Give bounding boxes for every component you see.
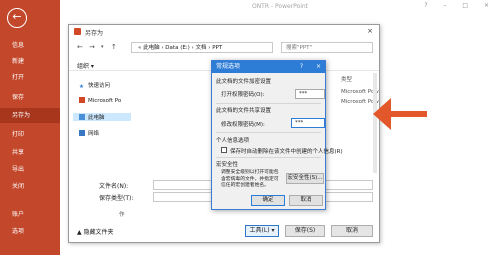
computer-icon — [79, 114, 85, 120]
sidebar-item-new[interactable]: 新建 — [0, 54, 60, 69]
save-as-titlebar: 另存为 × — [69, 25, 379, 39]
encrypt-section-heading: 此文档的文件加密设置 — [216, 79, 272, 85]
nav-item-label: 此电脑 — [88, 115, 105, 121]
divider — [216, 132, 321, 133]
network-icon — [79, 130, 85, 136]
window-controls[interactable]: ? – □ × — [424, 2, 496, 9]
sidebar-item-share[interactable]: 共享 — [0, 145, 60, 160]
author-label: 作 — [119, 212, 125, 218]
privacy-section-heading: 个人信息选项 — [216, 138, 250, 144]
tools-button[interactable]: 工具(L) ▾ — [245, 225, 279, 237]
save-button[interactable]: 保存(S) — [285, 225, 325, 237]
cancel-button[interactable]: 取消 — [289, 195, 323, 206]
backstage-sidebar: ← 信息 新建 打开 保存 另存为 打印 共享 导出 关闭 账户 选项 — [0, 0, 60, 255]
pointer-arrow-shape — [373, 98, 427, 130]
filetype-label: 保存类型(T): — [99, 195, 134, 202]
history-dropdown-icon[interactable]: ▾ — [101, 44, 104, 50]
share-section-heading: 此文档的文件共享设置 — [216, 108, 272, 114]
macro-security-description: 调整安全级别以打开可能包含宏病毒的文件，并指定可信任的宏创建者姓名。 — [221, 170, 279, 188]
modify-password-input[interactable]: *** — [291, 118, 325, 128]
sidebar-item-export[interactable]: 导出 — [0, 162, 60, 177]
forward-icon[interactable]: → — [89, 43, 95, 51]
general-options-titlebar: 常规选项 ? × — [212, 61, 325, 73]
modify-password-label: 修改权限密码(M): — [221, 122, 265, 128]
star-icon: ★ — [79, 84, 84, 90]
nav-item-network[interactable]: 网络 — [79, 129, 99, 137]
save-as-title: 另存为 — [85, 30, 104, 37]
sidebar-item-save-as[interactable]: 另存为 — [0, 108, 60, 123]
organize-button[interactable]: 组织 ▾ — [77, 61, 94, 70]
nav-item-label: Microsoft Po — [88, 98, 122, 104]
nav-item-label: 网络 — [88, 131, 100, 137]
cancel-button[interactable]: 取消 — [331, 225, 373, 237]
scrollbar[interactable] — [373, 73, 377, 173]
macro-security-button[interactable]: 宏安全性(S)... — [286, 173, 324, 184]
sidebar-item-print[interactable]: 打印 — [0, 127, 60, 142]
sidebar-item-options[interactable]: 选项 — [0, 224, 60, 239]
macro-security-heading: 宏安全性 — [216, 162, 239, 168]
sidebar-item-open[interactable]: 打开 — [0, 70, 60, 85]
back-arrow-icon[interactable]: ← — [7, 8, 27, 28]
open-password-input[interactable]: *** — [295, 89, 325, 99]
open-password-label: 打开权限密码(O): — [221, 92, 265, 98]
ok-button[interactable]: 确定 — [251, 195, 285, 206]
nav-item-this-pc[interactable]: 此电脑 — [73, 113, 131, 121]
sidebar-item-close[interactable]: 关闭 — [0, 179, 60, 194]
nav-item-label: 快速访问 — [88, 83, 111, 89]
general-options-title: 常规选项 — [216, 63, 241, 70]
remove-personal-info-label: 保存时自动删除在该文件中创建的个人信息(R) — [230, 149, 343, 155]
remove-personal-info-checkbox[interactable] — [221, 147, 227, 153]
sidebar-item-save[interactable]: 保存 — [0, 90, 60, 105]
help-icon[interactable]: ? — [300, 61, 303, 73]
close-icon[interactable]: × — [316, 61, 321, 73]
type-column-header[interactable]: 类型 — [341, 75, 352, 83]
nav-item-microsoft-powerpoint[interactable]: Microsoft Po — [79, 97, 121, 104]
powerpoint-icon — [79, 97, 85, 103]
sidebar-item-info[interactable]: 信息 — [0, 38, 60, 53]
powerpoint-icon — [74, 28, 81, 35]
divider — [216, 103, 321, 104]
path-breadcrumb[interactable]: « 此电脑 › Data (E:) › 文档 › PPT — [131, 42, 273, 53]
nav-item-quick-access[interactable]: ★ 快速访问 — [79, 81, 110, 90]
up-icon[interactable]: ↑ — [111, 43, 117, 51]
hide-folders-toggle[interactable]: ▲ 隐藏文件夹 — [77, 227, 114, 236]
close-icon[interactable]: × — [367, 27, 373, 35]
search-input[interactable]: 搜索"PPT" — [281, 42, 373, 53]
navigation-pane: ★ 快速访问 Microsoft Po 此电脑 网络 — [69, 73, 139, 183]
general-options-dialog: 常规选项 ? × 此文档的文件加密设置 打开权限密码(O): *** 此文档的文… — [211, 60, 343, 210]
back-icon[interactable]: ← — [77, 43, 83, 51]
sidebar-item-account[interactable]: 账户 — [0, 207, 60, 222]
filename-label: 文件名(N): — [99, 183, 129, 190]
address-bar: ← → ▾ ↑ « 此电脑 › Data (E:) › 文档 › PPT 搜索"… — [69, 41, 379, 55]
divider — [216, 157, 321, 158]
